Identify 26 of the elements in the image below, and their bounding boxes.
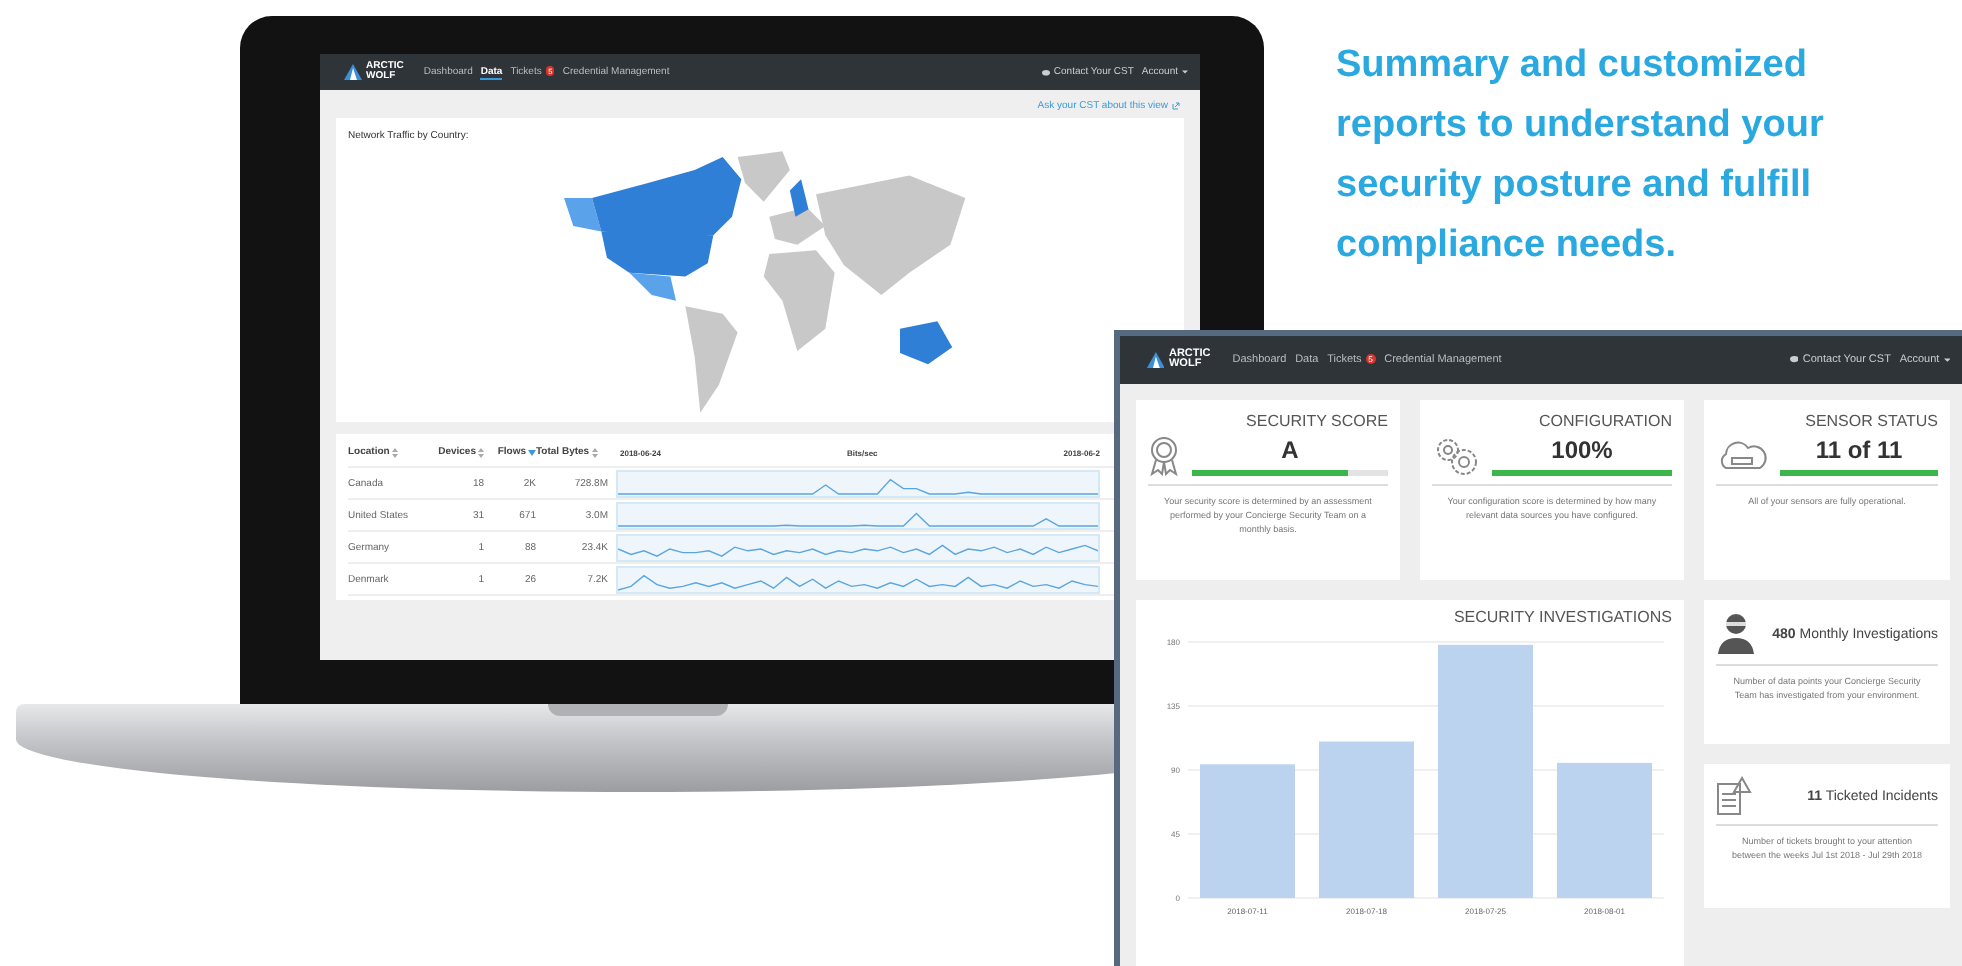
- gears-icon: [1432, 436, 1480, 476]
- card-title: CONFIGURATION: [1536, 412, 1672, 430]
- score-value: A: [1281, 436, 1299, 464]
- agent-icon: [1716, 612, 1756, 656]
- award-ribbon-icon: [1148, 436, 1180, 476]
- caret-icon: [1182, 70, 1188, 74]
- card-title: SECURITY SCORE: [1244, 412, 1388, 430]
- sort-icon[interactable]: [391, 447, 398, 457]
- cloud-icon: [1716, 440, 1768, 472]
- caret-icon: [1943, 357, 1950, 363]
- chart-bar: [1200, 764, 1295, 898]
- score-value: 11 of 11: [1815, 436, 1903, 464]
- external-link-icon: [1172, 102, 1180, 110]
- card-title: SENSOR STATUS: [1803, 412, 1938, 430]
- chart-bar: [1557, 762, 1652, 898]
- sort-descending-icon[interactable]: [528, 448, 536, 456]
- document-alert-icon: [1716, 776, 1752, 816]
- chart-title: SECURITY INVESTIGATIONS: [1451, 608, 1672, 626]
- logo-icon: [1145, 351, 1165, 369]
- score-value: 100%: [1551, 436, 1613, 464]
- headline: Summary and customized reports to understand your security posture and fulfill compliance needs.: [1336, 42, 1826, 270]
- chat-bubble-icon: [1041, 69, 1050, 75]
- sort-icon[interactable]: [478, 447, 484, 457]
- chat-bubble-icon: [1790, 356, 1799, 364]
- sort-icon[interactable]: [591, 447, 598, 457]
- logo-icon: [344, 64, 362, 80]
